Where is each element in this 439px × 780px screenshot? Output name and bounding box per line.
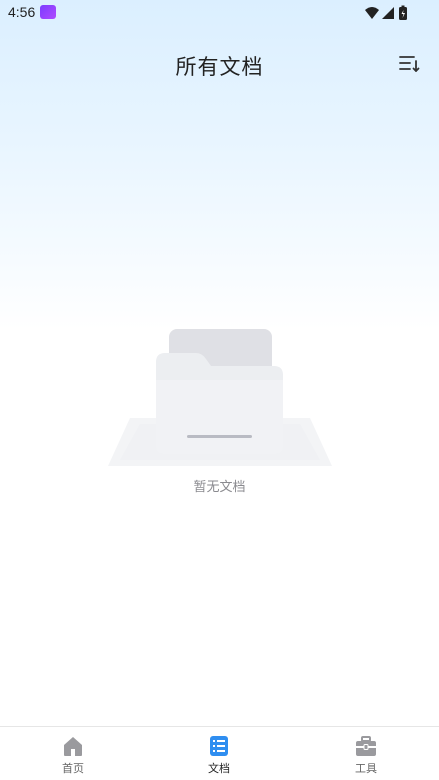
toolbox-icon	[356, 736, 376, 756]
empty-state-message: 暂无文档	[193, 480, 246, 495]
app-notification-icon	[40, 5, 56, 19]
document-icon	[210, 736, 228, 756]
bottom-nav: 首页 文档 工具	[0, 726, 439, 780]
status-bar: 4:56	[0, 0, 439, 26]
nav-item-home[interactable]: 首页	[0, 727, 146, 780]
nav-label-tools: 工具	[355, 762, 377, 775]
header: 所有文档	[0, 40, 439, 88]
sort-icon	[399, 56, 420, 72]
wifi-icon	[365, 7, 379, 19]
nav-label-documents: 文档	[208, 762, 230, 775]
nav-item-tools[interactable]: 工具	[293, 727, 439, 780]
documents-screen: 4:56 所有文档 暂无文档 首页 文档 工具	[0, 0, 439, 780]
nav-label-home: 首页	[62, 762, 84, 775]
home-icon	[64, 737, 82, 756]
status-time: 4:56	[8, 4, 36, 20]
nav-item-documents[interactable]: 文档	[146, 727, 292, 780]
signal-icon	[382, 7, 394, 19]
page-title: 所有文档	[175, 55, 264, 79]
sort-button[interactable]	[397, 52, 421, 76]
status-icons	[365, 5, 407, 20]
empty-folder-icon	[108, 329, 332, 466]
